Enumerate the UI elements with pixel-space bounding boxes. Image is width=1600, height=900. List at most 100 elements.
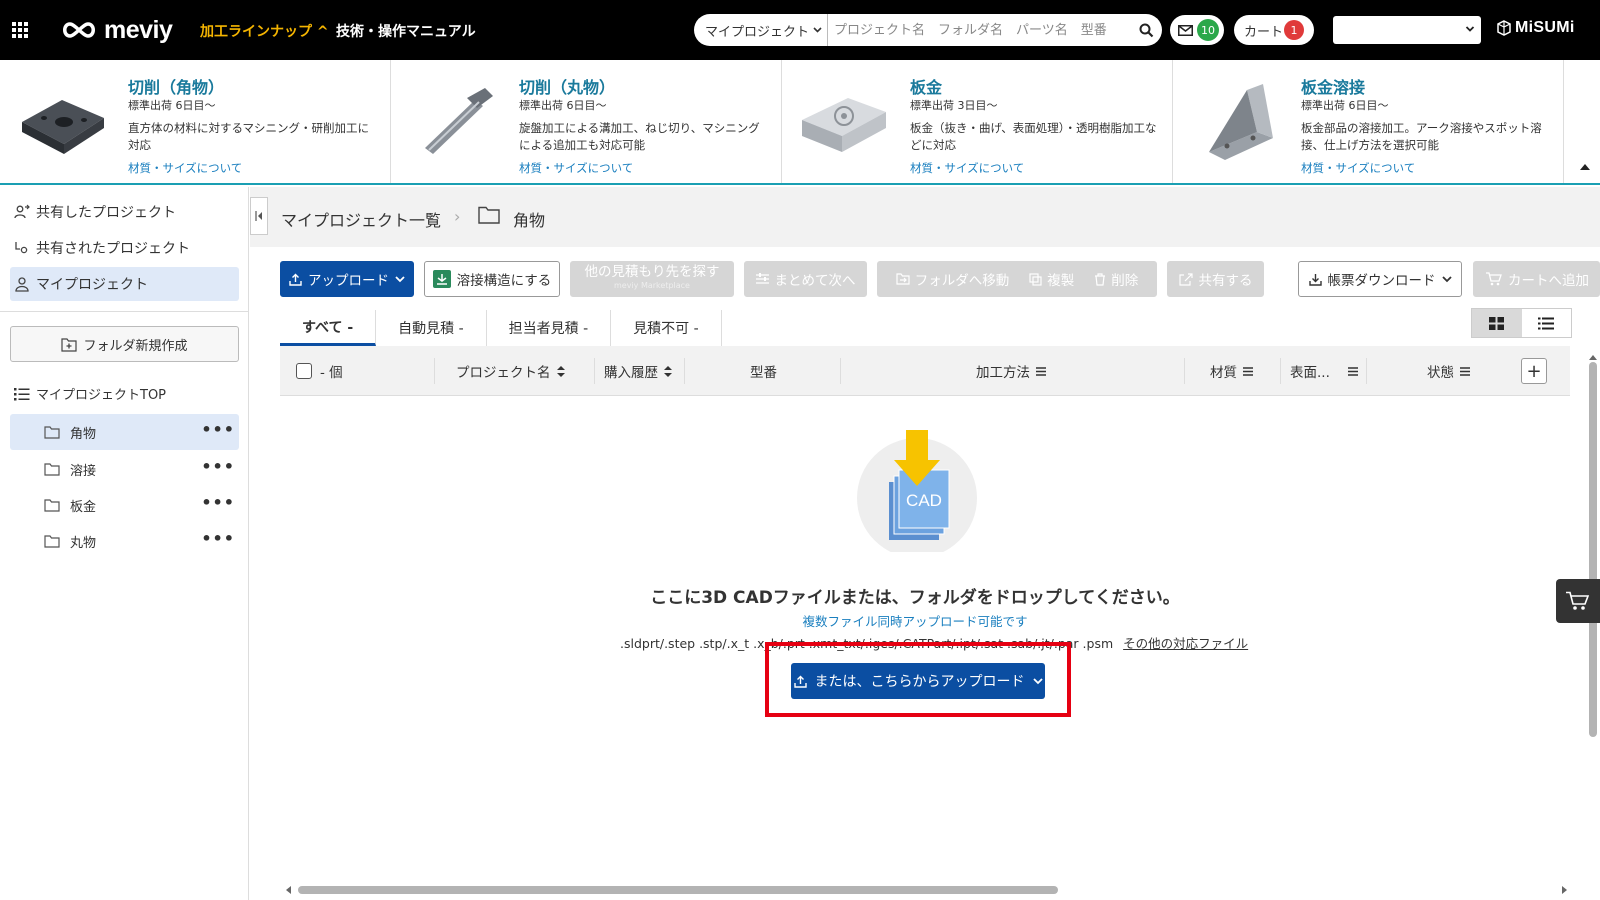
column-header-model-no[interactable]: 型番 — [750, 346, 777, 396]
scroll-right-arrow[interactable] — [1562, 886, 1567, 894]
more-formats-link[interactable]: その他の対応ファイル — [1123, 636, 1248, 651]
message-count-badge: 10 — [1197, 19, 1219, 41]
delete-button[interactable]: 削除 — [1094, 269, 1138, 289]
report-download-label: 帳票ダウンロード — [1327, 273, 1436, 289]
cart-button[interactable]: カート 1 — [1234, 15, 1314, 45]
tab-all[interactable]: すべて - — [280, 310, 377, 346]
weld-structure-button[interactable]: 溶接構造にする — [424, 261, 560, 297]
list-view-button[interactable] — [1522, 309, 1572, 337]
column-header-status[interactable]: 状態 — [1427, 346, 1470, 396]
more-options-icon[interactable]: ••• — [201, 459, 235, 475]
message-button[interactable]: 10 — [1170, 15, 1224, 45]
search-input[interactable] — [828, 14, 1130, 46]
sort-icon — [556, 365, 565, 377]
column-label: 型番 — [750, 365, 777, 381]
column-label: 材質 — [1210, 365, 1237, 381]
folder-item[interactable]: 角物 ••• — [10, 414, 239, 450]
app-grid-icon[interactable] — [12, 22, 28, 38]
category-card-sheet-welding[interactable]: 板金溶接 標準出荷 6日目～ 板金部品の溶接加工。アーク溶接やスポット溶接、仕上… — [1173, 60, 1564, 183]
share-user-icon — [14, 204, 30, 219]
infinity-logo-icon — [63, 22, 95, 38]
round-cutting-part-image — [425, 88, 493, 154]
more-options-icon[interactable]: ••• — [201, 422, 235, 438]
column-header-purchase-history[interactable]: 購入履歴 — [604, 346, 672, 396]
search-icon[interactable] — [1130, 14, 1162, 46]
category-card-sheet-metal[interactable]: 板金 標準出荷 3日目～ 板金（抜き・曲げ、表面処理）・透明樹脂加工などに対応 … — [782, 60, 1173, 183]
more-options-icon[interactable]: ••• — [201, 495, 235, 511]
select-all-checkbox[interactable] — [296, 363, 312, 379]
scroll-up-arrow[interactable] — [1589, 355, 1597, 360]
other-quote-button[interactable]: 他の見積もり先を探す meviy Marketplace — [570, 261, 734, 297]
batch-next-label: まとめて次へ — [774, 273, 856, 289]
horizontal-scrollbar[interactable] — [298, 886, 1058, 894]
process-category-strip: 切削（角物） 標準出荷 6日目～ 直方体の材料に対するマシニング・研削加工に対応… — [0, 60, 1600, 185]
search-scope-select[interactable]: マイプロジェクト — [694, 14, 828, 46]
category-title: 切削（角物） — [128, 78, 225, 97]
category-spec-link[interactable]: 材質・サイズについて — [1301, 160, 1415, 176]
column-header-material[interactable]: 材質 — [1210, 346, 1253, 396]
upload-button[interactable]: アップロード — [280, 261, 414, 297]
tab-staff-quote[interactable]: 担当者見積 - — [487, 310, 612, 346]
meviy-logo[interactable]: meviy — [60, 14, 173, 46]
move-folder-button[interactable]: フォルダへ移動 — [896, 269, 1009, 289]
tab-unquotable[interactable]: 見積不可 - — [611, 310, 722, 346]
column-divider — [1184, 358, 1185, 384]
sidebar-item-received-projects[interactable]: 共有されたプロジェクト — [10, 231, 239, 265]
column-header-process[interactable]: 加工方法 — [976, 346, 1046, 396]
nav-lineup-menu[interactable]: 加工ラインナップ ^ — [200, 21, 329, 41]
tree-root[interactable]: マイプロジェクトTOP — [14, 384, 166, 403]
category-ship-date: 標準出荷 3日目～ — [910, 99, 998, 112]
category-card-round-cutting[interactable]: 切削（丸物） 標準出荷 6日目～ 旋盤加工による溝加工、ねじ切り、マシニングによ… — [391, 60, 782, 183]
scroll-left-arrow[interactable] — [286, 886, 291, 894]
collapse-left-icon — [255, 211, 262, 221]
report-download-button[interactable]: 帳票ダウンロード — [1298, 261, 1462, 297]
download-icon — [1308, 273, 1322, 286]
collapse-strip-icon[interactable] — [1580, 164, 1590, 170]
new-folder-button[interactable]: フォルダ新規作成 — [10, 326, 239, 362]
sheet-metal-part-image — [802, 98, 886, 152]
sidebar-item-shared-projects[interactable]: 共有したプロジェクト — [10, 195, 239, 229]
account-select[interactable] — [1333, 16, 1481, 44]
breadcrumb-root-link[interactable]: マイプロジェクト一覧 — [281, 207, 441, 231]
chevron-down-icon — [1465, 26, 1475, 32]
sidebar-item-my-projects[interactable]: マイプロジェクト — [10, 267, 239, 301]
floating-cart-button[interactable] — [1556, 579, 1600, 623]
more-options-icon[interactable]: ••• — [201, 531, 235, 547]
category-ship-date: 標準出荷 6日目～ — [128, 99, 216, 112]
misumi-logo[interactable]: MiSUMi — [1497, 19, 1575, 37]
sidebar-collapse-button[interactable] — [250, 197, 268, 235]
sheet-welding-part-image — [1209, 84, 1273, 160]
column-header-project-name[interactable]: プロジェクト名 — [456, 346, 565, 396]
add-column-button[interactable]: + — [1521, 358, 1547, 384]
upload-icon — [289, 273, 302, 286]
square-cutting-part-image — [22, 100, 104, 154]
mail-icon — [1178, 24, 1193, 36]
nav-manual-link[interactable]: 技術・操作マニュアル — [336, 21, 476, 41]
drop-zone-note: 複数ファイル同時アップロード可能です — [802, 614, 1028, 629]
tab-auto-quote[interactable]: 自動見積 - — [376, 310, 487, 346]
weld-structure-label: 溶接構造にする — [456, 273, 552, 289]
batch-next-button[interactable]: まとめて次へ — [744, 261, 867, 297]
list-view-icon — [1538, 317, 1555, 329]
category-spec-link[interactable]: 材質・サイズについて — [519, 160, 633, 176]
category-spec-link[interactable]: 材質・サイズについて — [910, 160, 1024, 176]
add-to-cart-button[interactable]: カートへ追加 — [1473, 261, 1600, 297]
share-button[interactable]: 共有する — [1167, 261, 1264, 297]
category-spec-link[interactable]: 材質・サイズについて — [128, 160, 242, 176]
logo-text: meviy — [104, 15, 173, 44]
column-divider — [434, 358, 435, 384]
filter-icon — [1347, 366, 1358, 376]
vertical-scrollbar[interactable] — [1589, 362, 1597, 737]
folder-label: 角物 — [70, 426, 97, 442]
category-card-square-cutting[interactable]: 切削（角物） 標準出荷 6日目～ 直方体の材料に対するマシニング・研削加工に対応… — [0, 60, 391, 183]
duplicate-button[interactable]: 複製 — [1029, 269, 1074, 289]
folder-item[interactable]: 板金 ••• — [10, 487, 239, 523]
folder-item[interactable]: 丸物 ••• — [10, 523, 239, 559]
grid-view-icon — [1489, 316, 1505, 330]
user-icon — [15, 277, 29, 292]
folder-item[interactable]: 溶接 ••• — [10, 451, 239, 487]
column-label: 表面... — [1290, 365, 1330, 381]
trash-icon — [1095, 272, 1106, 286]
grid-view-button[interactable] — [1472, 309, 1522, 337]
column-header-surface[interactable]: 表面... — [1290, 346, 1358, 396]
